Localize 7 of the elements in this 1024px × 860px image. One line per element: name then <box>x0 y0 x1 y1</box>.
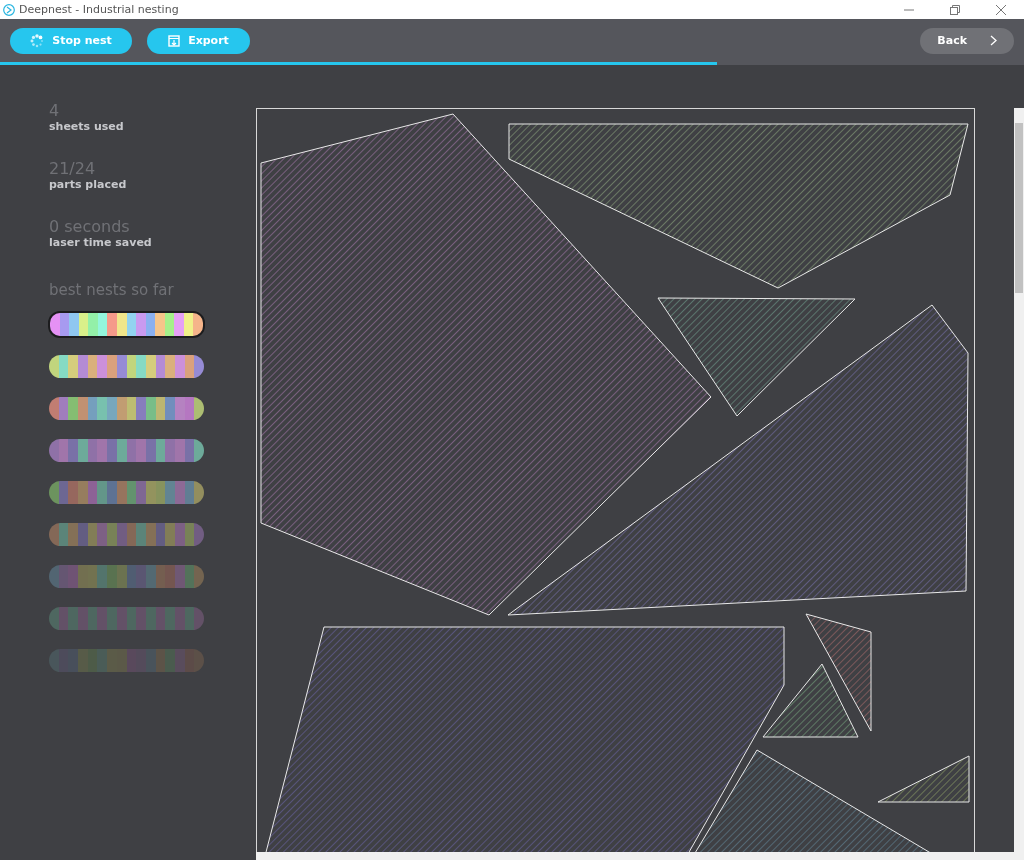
back-button[interactable]: Back <box>920 27 1014 54</box>
export-button[interactable]: Export <box>147 27 250 54</box>
stop-nest-button[interactable]: Stop nest <box>10 27 132 54</box>
stat-label: laser time saved <box>49 236 153 250</box>
stat-label: parts placed <box>49 178 128 192</box>
stat-label: sheets used <box>49 120 125 134</box>
window-title: Deepnest - Industrial nesting <box>19 3 180 16</box>
